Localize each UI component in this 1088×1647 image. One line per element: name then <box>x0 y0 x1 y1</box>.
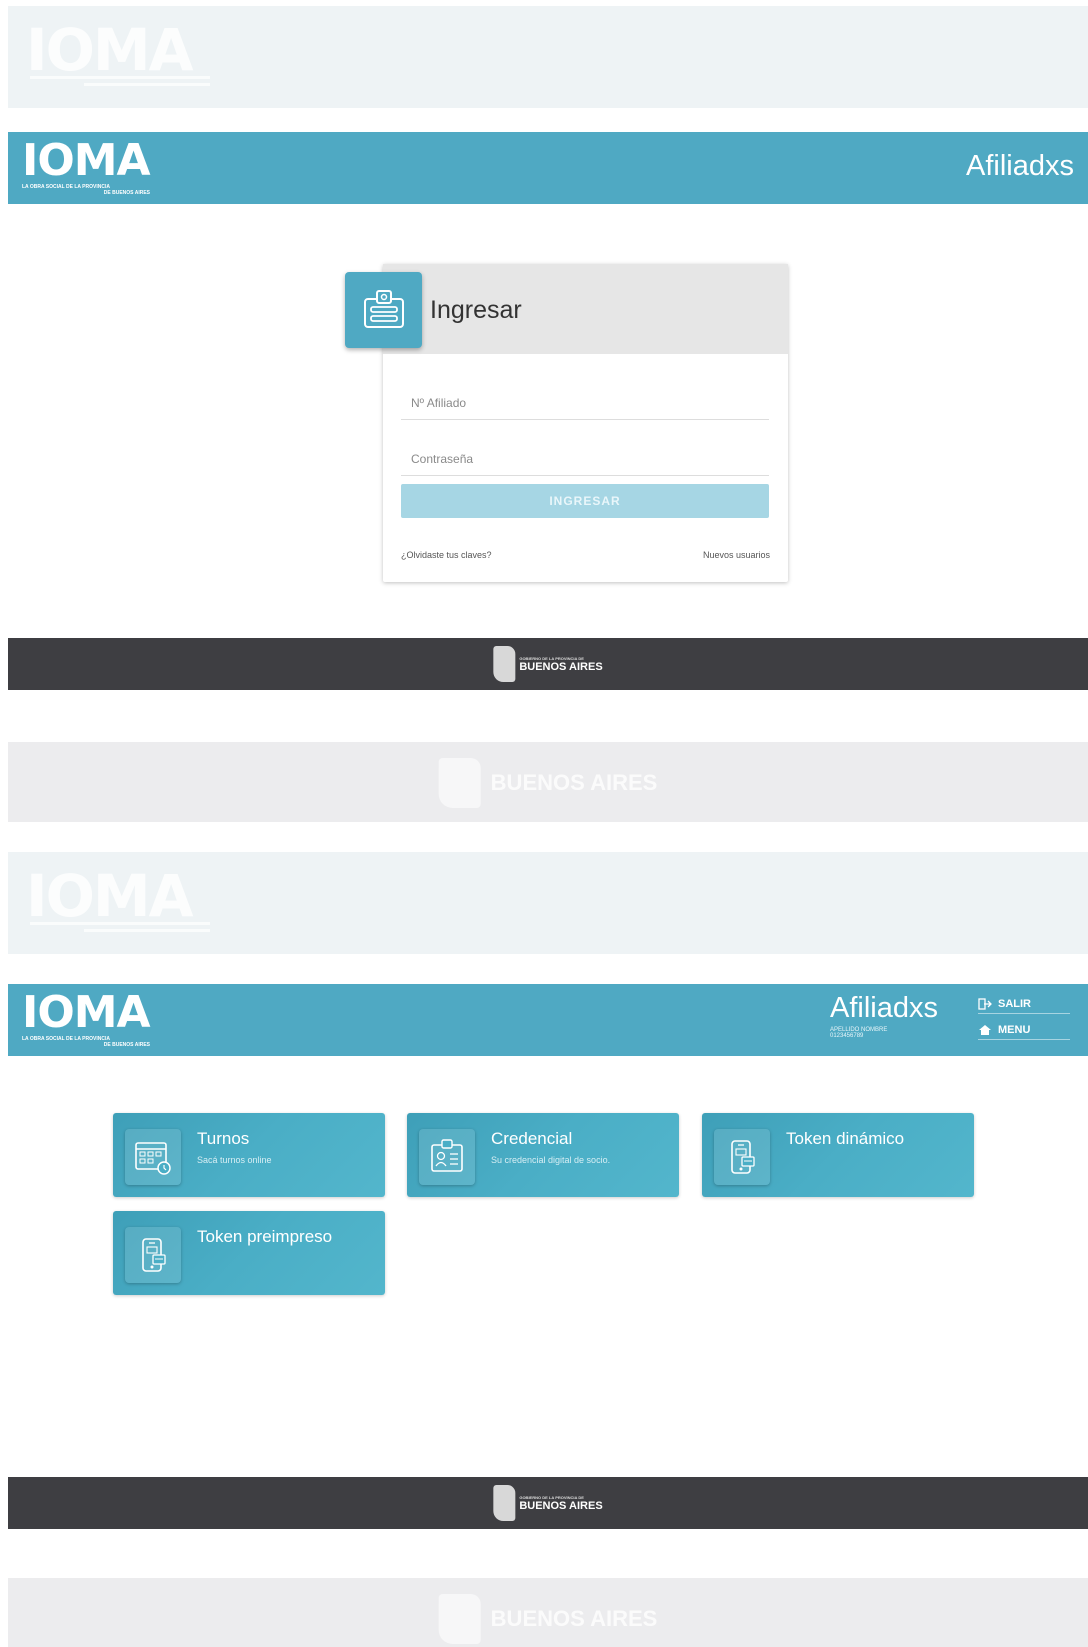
login-title: Ingresar <box>430 296 522 324</box>
logo-subtitle-2: DE BUENOS AIRES <box>103 190 150 196</box>
tile-subtitle: Su credencial digital de socio. <box>491 1155 611 1165</box>
ghost-logo: IOMA <box>26 16 193 84</box>
ghost-ba-text: BUENOS AIRES <box>490 1606 658 1631</box>
tile-subtitle: Sacá turnos online <box>197 1155 272 1165</box>
ghost-header-bottom: IOMA <box>8 852 1088 954</box>
ioma-logo[interactable]: IOMA LA OBRA SOCIAL DE LA PROVINCIA DE B… <box>22 135 151 197</box>
menu-label: MENU <box>998 1023 1031 1036</box>
logo-subtitle-2: DE BUENOS AIRES <box>103 1042 150 1048</box>
ghost-header-top: IOMA <box>8 6 1088 108</box>
ghost-logo-lines <box>30 76 210 98</box>
affiliate-number-input[interactable] <box>401 386 769 420</box>
phone-token-icon <box>125 1227 181 1283</box>
ioma-logo[interactable]: IOMA LA OBRA SOCIAL DE LA PROVINCIA DE B… <box>22 987 151 1049</box>
logout-label: SALIR <box>998 997 1031 1010</box>
calendar-icon <box>125 1129 181 1185</box>
id-card-icon <box>419 1129 475 1185</box>
buenos-aires-logo: GOBIERNO DE LA PROVINCIA DE BUENOS AIRES <box>493 1485 603 1521</box>
user-block: Afiliadxs APELLIDO NOMBRE 0123456789 <box>830 992 938 1039</box>
menu-button[interactable]: MENU <box>978 1020 1070 1040</box>
user-number: 0123456789 <box>830 1033 864 1039</box>
ghost-ba-text: BUENOS AIRES <box>490 770 658 795</box>
tile-credencial[interactable]: Credencial Su credencial digital de soci… <box>407 1113 679 1197</box>
ghost-logo-lines <box>30 922 210 944</box>
dashboard-footer: GOBIERNO DE LA PROVINCIA DE BUENOS AIRES <box>8 1477 1088 1529</box>
ghost-footer-1: BUENOS AIRES <box>8 742 1088 822</box>
dashboard-header: IOMA LA OBRA SOCIAL DE LA PROVINCIA DE B… <box>8 984 1088 1056</box>
ghost-buenos-aires-logo: BUENOS AIRES <box>438 1594 658 1644</box>
footer-brand-main: BUENOS AIRES <box>519 1499 603 1512</box>
login-id-card-icon <box>345 272 422 348</box>
tile-turnos[interactable]: Turnos Sacá turnos online <box>113 1113 385 1197</box>
login-submit-button[interactable]: INGRESAR <box>401 484 769 518</box>
ghost-logo: IOMA <box>26 862 193 930</box>
tile-token-preimpreso[interactable]: Token preimpreso <box>113 1211 385 1295</box>
tile-title: Token dinámico <box>786 1129 905 1148</box>
logo-text: IOMA <box>22 987 151 1038</box>
tile-title: Token preimpreso <box>197 1227 333 1246</box>
ghost-flag-icon <box>438 1594 481 1644</box>
logout-button[interactable]: SALIR <box>978 994 1070 1014</box>
tile-token-dinamico[interactable]: Token dinámico <box>702 1113 974 1197</box>
forgot-password-link[interactable]: ¿Olvidaste tus claves? <box>401 550 492 560</box>
app-title: Afiliadxs <box>830 992 938 1024</box>
home-icon <box>979 1024 991 1035</box>
login-header: IOMA LA OBRA SOCIAL DE LA PROVINCIA DE B… <box>8 132 1088 204</box>
footer-brand-main: BUENOS AIRES <box>519 660 603 673</box>
new-users-link[interactable]: Nuevos usuarios <box>703 550 770 560</box>
ghost-flag-icon <box>438 758 481 808</box>
app-title: Afiliadxs <box>966 150 1074 182</box>
ghost-buenos-aires-logo: BUENOS AIRES <box>438 758 658 808</box>
password-input[interactable] <box>401 442 769 476</box>
tile-title: Credencial <box>491 1129 573 1148</box>
logo-text: IOMA <box>22 135 151 186</box>
province-flag-icon <box>493 646 516 682</box>
province-flag-icon <box>493 1485 516 1521</box>
login-card: Ingresar INGRESAR ¿Olvidaste tus claves?… <box>345 264 788 582</box>
login-footer: GOBIERNO DE LA PROVINCIA DE BUENOS AIRES <box>8 638 1088 690</box>
ghost-footer-2: BUENOS AIRES <box>8 1578 1088 1647</box>
tile-title: Turnos <box>197 1129 250 1148</box>
page: IOMA IOMA LA OBRA SOCIAL DE LA PROVINCIA… <box>0 0 1088 1647</box>
phone-token-icon <box>714 1129 770 1185</box>
buenos-aires-logo: GOBIERNO DE LA PROVINCIA DE BUENOS AIRES <box>493 646 603 682</box>
logout-icon <box>978 997 992 1010</box>
